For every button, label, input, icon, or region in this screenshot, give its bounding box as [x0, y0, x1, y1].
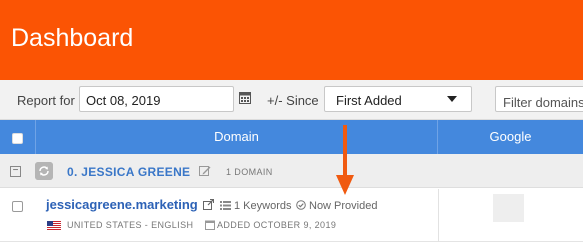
select-all-checkbox[interactable] — [12, 133, 23, 144]
check-circle-icon — [296, 200, 306, 210]
report-toolbar: Report for Oct 08, 2019 +/- Since First … — [0, 80, 583, 120]
since-label: +/- Since — [267, 93, 319, 108]
added-date: ADDED OCTOBER 9, 2019 — [217, 220, 337, 230]
page-title: Dashboard — [11, 24, 134, 52]
select-all-cell — [0, 120, 36, 154]
column-header-domain[interactable]: Domain — [36, 120, 438, 154]
us-flag-icon — [47, 221, 61, 230]
google-rank-cell — [493, 194, 524, 222]
filter-domains-input[interactable] — [495, 86, 583, 112]
table-row: jessicagreene.marketing 1 Keywords Now P… — [0, 189, 583, 242]
app-header: Dashboard — [0, 0, 583, 80]
group-domain-count: 1 DOMAIN — [226, 167, 273, 177]
external-link-icon[interactable] — [203, 199, 214, 210]
report-for-label: Report for — [17, 93, 75, 108]
column-header-google[interactable]: Google — [438, 120, 583, 154]
row-checkbox[interactable] — [12, 201, 23, 212]
refresh-icon[interactable] — [35, 162, 53, 180]
table-header: Domain Google — [0, 120, 583, 154]
collapse-icon[interactable]: − — [10, 166, 21, 177]
column-divider — [438, 189, 439, 242]
arrow-down-icon — [336, 125, 354, 195]
report-date-input[interactable]: Oct 08, 2019 — [79, 86, 234, 112]
since-selected-value: First Added — [336, 93, 402, 108]
list-icon — [220, 201, 231, 210]
locale-label: UNITED STATES - ENGLISH — [67, 220, 194, 230]
domain-link[interactable]: jessicagreene.marketing — [46, 197, 198, 212]
group-row: − 0. JESSICA GREENE 1 DOMAIN — [0, 154, 583, 188]
since-select[interactable]: First Added — [324, 86, 472, 112]
calendar-icon[interactable] — [239, 91, 251, 104]
keyword-count[interactable]: 1 Keywords — [234, 200, 291, 212]
caret-down-icon — [447, 96, 457, 102]
group-name[interactable]: 0. JESSICA GREENE — [67, 165, 190, 179]
provided-status: Now Provided — [309, 200, 378, 212]
edit-icon[interactable] — [199, 165, 211, 177]
calendar-icon — [205, 220, 215, 230]
